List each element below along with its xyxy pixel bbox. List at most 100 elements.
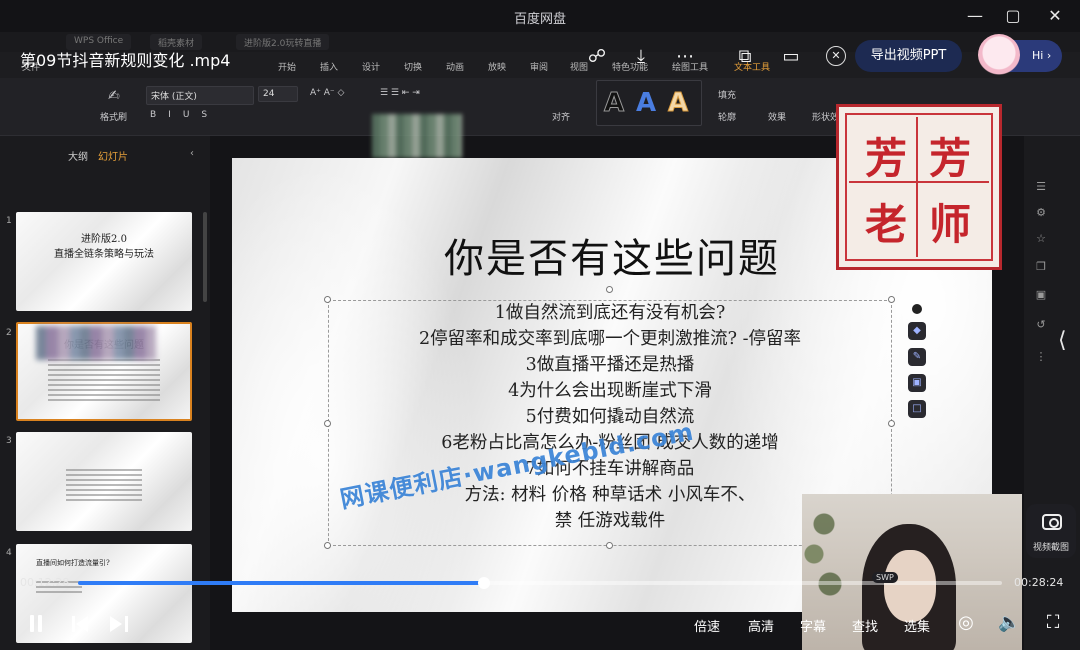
more-icon[interactable]: ⋯	[672, 44, 698, 70]
resize-handle	[606, 542, 613, 549]
text-style-blue: A	[636, 88, 657, 118]
volume-icon[interactable]: 🔈	[998, 612, 1020, 634]
video-frame[interactable]: WPS Office 稻壳素材 进阶版2.0玩转直播 文件 开始 插入 设计 切…	[0, 32, 1080, 650]
copy-icon: ❐	[1036, 260, 1046, 273]
picture-in-picture-icon[interactable]: ⧉	[732, 44, 758, 70]
previous-button[interactable]	[72, 616, 90, 632]
thumbnail-text-lines	[48, 356, 160, 404]
slide-thumbnail	[16, 432, 192, 531]
pause-button[interactable]	[28, 615, 44, 633]
progress-bar[interactable]	[78, 577, 1002, 589]
settings-icon: ⚙	[1036, 206, 1046, 219]
wps-tab: 进阶版2.0玩转直播	[236, 34, 330, 50]
stamp-char: 老	[865, 200, 908, 249]
camera-icon	[1042, 514, 1062, 530]
wps-menu-item: 插入	[320, 63, 339, 73]
stamp-divider	[916, 117, 918, 257]
star-icon: ☆	[1036, 232, 1046, 245]
blurred-region	[36, 326, 156, 360]
font-size-select: 24	[258, 86, 298, 102]
video-screenshot-button[interactable]: 视频截图	[1026, 504, 1076, 558]
search-button[interactable]: 查找	[852, 616, 878, 635]
current-time: 00:12:28	[20, 576, 70, 589]
list-icon: ☰ ☰ ⇤ ⇥	[380, 88, 420, 98]
speed-button[interactable]: 倍速	[694, 616, 720, 635]
effect-label: 效果	[768, 113, 787, 123]
slide-line: 2停留率和成交率到底哪一个更刺激推流? -停留率	[419, 329, 801, 349]
tab-slides: 幻灯片	[98, 152, 128, 163]
more-icon: ⋮	[1035, 350, 1047, 363]
thumbnail-number: 2	[6, 328, 12, 338]
assistant-label: Hi ›	[1032, 49, 1052, 62]
stamp-char: 芳	[929, 134, 972, 183]
slide-thumbnail: 进阶版2.0 直播全链条策略与玩法	[16, 212, 192, 311]
thumbnail-text-lines	[66, 466, 142, 504]
wps-right-sidebar: ☰ ⚙ ☆ ❐ ▣ ↺ ⋮	[1024, 136, 1080, 650]
filter-icon: ☰	[1036, 180, 1046, 193]
image-icon: ▣	[1035, 288, 1047, 301]
text-style-buttons: BIUS	[150, 110, 220, 120]
wps-menu-item: 设计	[362, 63, 381, 73]
background-plant	[804, 504, 844, 624]
text-style-black: A	[603, 88, 625, 119]
quality-button[interactable]: 高清	[748, 616, 774, 635]
slide-line: 3做直播平播还是热播	[525, 355, 695, 375]
slide-line: 1做自然流到底还有没有机会?	[494, 303, 726, 323]
assistant-button[interactable]: Hi ›	[978, 34, 1062, 76]
fullscreen-icon[interactable]: ⛶	[1042, 612, 1064, 634]
episodes-button[interactable]: 选集	[904, 616, 930, 635]
expand-sidebar-icon[interactable]: ⟨	[1058, 328, 1067, 353]
progress-fill	[78, 581, 484, 585]
minus-icon	[912, 304, 922, 314]
slide-line: 4为什么会出现断崖式下滑	[508, 381, 712, 401]
panel-scrollbar[interactable]	[203, 212, 207, 302]
thumbnail-number: 3	[6, 436, 12, 446]
next-button[interactable]	[110, 616, 128, 632]
wps-menu-item: 放映	[488, 63, 507, 73]
pen-icon: ✎	[908, 348, 926, 366]
collapse-panel-icon: ‹	[190, 148, 194, 159]
total-time: 00:28:24	[1014, 576, 1064, 589]
maximize-icon[interactable]: ▢	[1000, 4, 1026, 28]
fill-icon: ▣	[908, 374, 926, 392]
layers-icon: ◆	[908, 322, 926, 340]
export-ppt-button[interactable]: 导出视频PPT	[855, 40, 962, 72]
close-icon[interactable]: ✕	[1042, 4, 1068, 28]
format-painter-icon: ✍	[108, 88, 120, 104]
thumbnail-number: 1	[6, 216, 12, 226]
close-circle-icon[interactable]: ✕	[826, 46, 846, 66]
download-icon[interactable]: ⤓	[628, 44, 654, 70]
mini-window-icon[interactable]: ▭	[778, 44, 804, 70]
font-name-select: 宋体 (正文)	[146, 86, 254, 105]
wps-menu-item: 切换	[404, 63, 423, 73]
swp-badge: SWP	[872, 572, 898, 583]
teacher-stamp-logo: 芳 芳 老 师	[836, 104, 1002, 270]
frame-icon: □	[908, 400, 926, 418]
stamp-char: 芳	[865, 134, 908, 183]
wps-menu-item: 审阅	[530, 63, 549, 73]
app-title: 百度网盘	[513, 12, 566, 27]
thumbnail-title: 进阶版2.0 直播全链条策略与玩法	[54, 234, 154, 260]
blurred-region	[372, 114, 462, 158]
video-title: 第09节抖音新规则变化 .mp4	[20, 51, 231, 70]
rotate-handle	[606, 286, 613, 293]
wps-menu-item: 动画	[446, 63, 465, 73]
thumbnail-number: 4	[6, 548, 12, 558]
history-icon: ↺	[1036, 318, 1046, 331]
outline-label: 轮廓	[718, 113, 737, 123]
assistant-avatar	[978, 34, 1020, 76]
share-icon[interactable]: ☍	[584, 44, 610, 70]
resize-handle	[324, 542, 331, 549]
loop-icon[interactable]: ◎	[955, 612, 977, 634]
font-grow-icon: A⁺ A⁻ ◇	[310, 88, 345, 98]
align-label: 对齐	[552, 113, 571, 123]
stamp-char: 师	[929, 200, 972, 249]
format-painter-label: 格式刷	[100, 113, 128, 123]
subtitle-button[interactable]: 字幕	[800, 616, 826, 635]
progress-handle[interactable]	[477, 577, 490, 589]
screenshot-label: 视频截图	[1032, 543, 1069, 553]
text-style-gold: A	[667, 88, 689, 119]
tab-outline: 大纲	[68, 152, 88, 163]
minimize-icon[interactable]: —	[962, 4, 988, 28]
thumbnail-title: 直播间如何打造流量引?	[36, 559, 110, 567]
